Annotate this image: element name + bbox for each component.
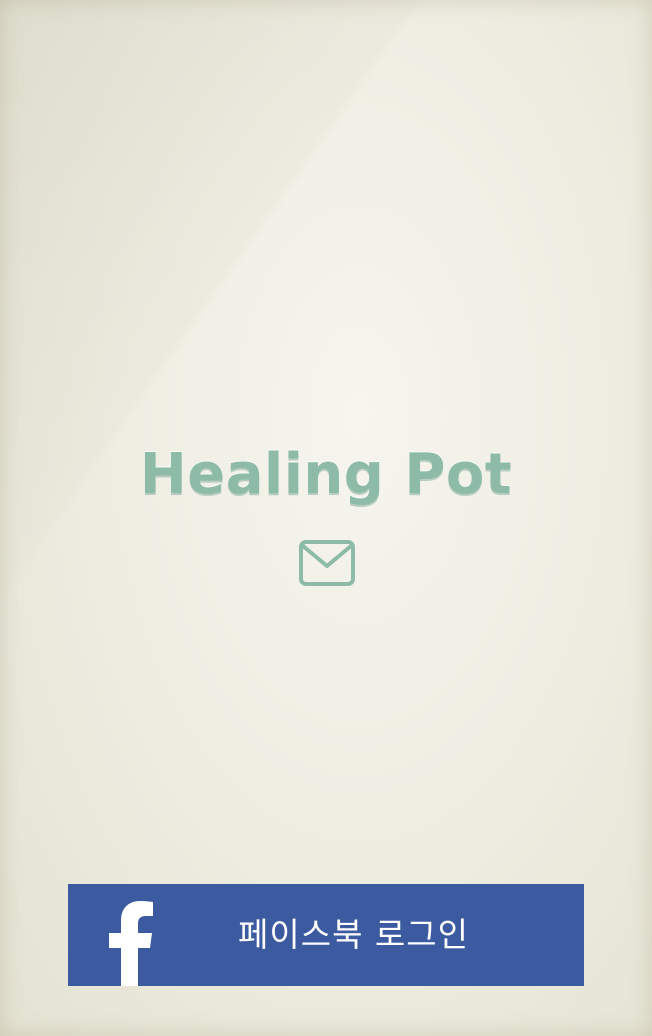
facebook-login-label: 페이스북 로그인 xyxy=(238,915,470,954)
facebook-login-button[interactable]: 페이스북 로그인 xyxy=(68,884,584,986)
email-login-button[interactable] xyxy=(298,539,356,587)
app-title: Healing Pot xyxy=(139,442,513,507)
facebook-f-icon xyxy=(109,901,153,986)
envelope-icon xyxy=(299,540,355,586)
background-vignette xyxy=(0,0,652,1036)
background-sheen xyxy=(0,0,652,1036)
